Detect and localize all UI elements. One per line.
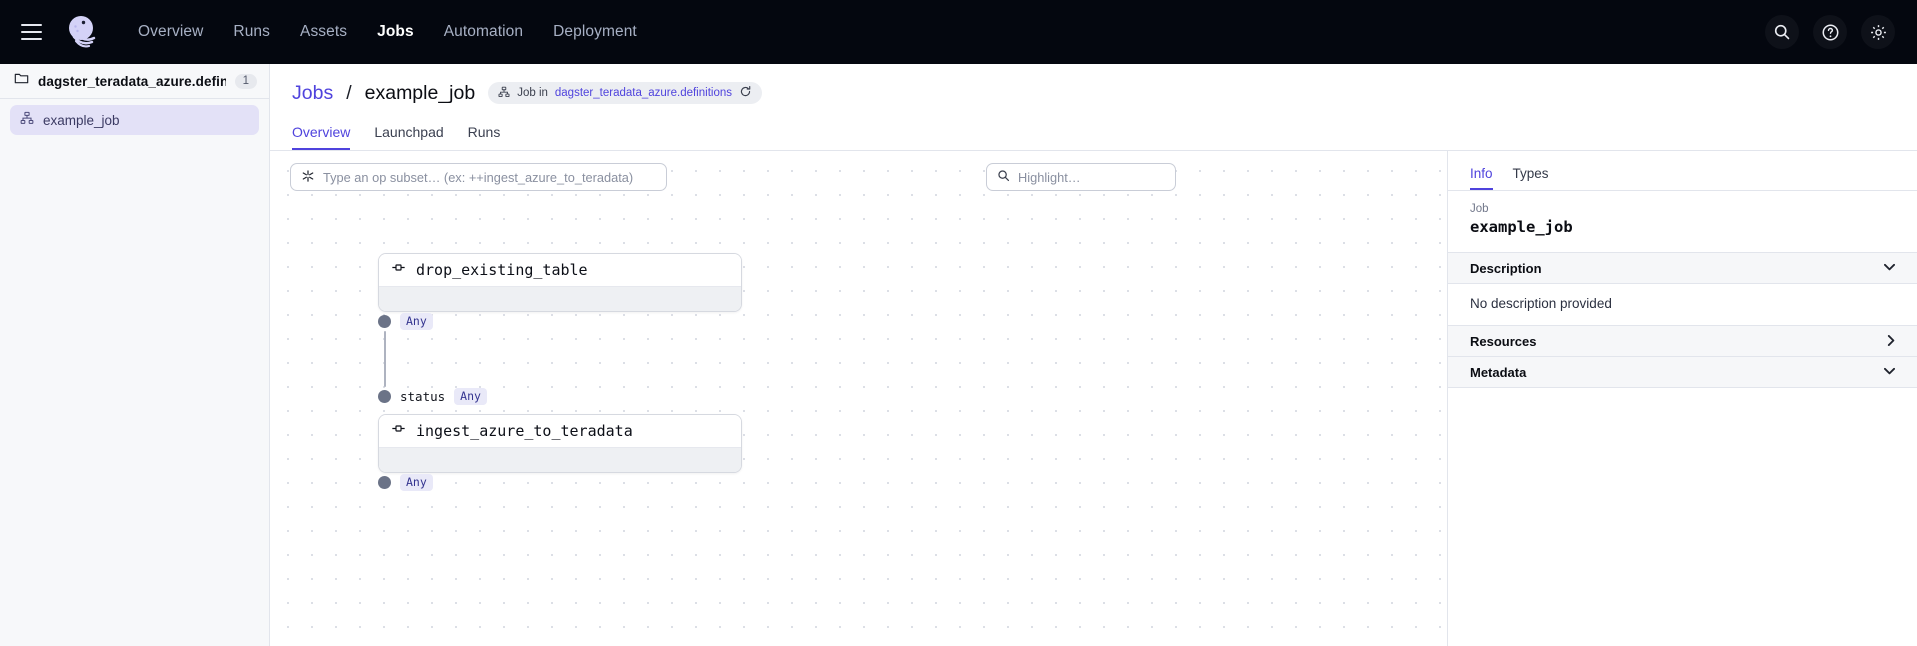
search-icon bbox=[997, 169, 1010, 185]
breadcrumb-separator: / bbox=[346, 81, 352, 104]
port-dot-icon bbox=[378, 475, 391, 489]
repository-job-count-badge: 1 bbox=[234, 73, 257, 89]
tab-runs[interactable]: Runs bbox=[468, 124, 501, 150]
job-location-link[interactable]: dagster_teradata_azure.definitions bbox=[555, 87, 732, 99]
section-header-description[interactable]: Description bbox=[1448, 253, 1917, 284]
input-type-chip: Any bbox=[454, 388, 487, 405]
highlight-placeholder: Highlight… bbox=[1018, 169, 1081, 185]
job-graph-icon bbox=[498, 86, 510, 101]
chevron-down-icon bbox=[1884, 263, 1895, 273]
highlight-input[interactable]: Highlight… bbox=[986, 163, 1176, 191]
job-tabs: Overview Launchpad Runs bbox=[292, 120, 1895, 150]
primary-nav-links: Overview Runs Assets Jobs Automation Dep… bbox=[136, 17, 639, 47]
chevron-down-icon bbox=[1884, 367, 1895, 377]
help-icon[interactable] bbox=[1813, 15, 1847, 49]
hamburger-line bbox=[20, 31, 42, 33]
op-subset-icon bbox=[301, 169, 315, 186]
graph-and-sidebar: Type an op subset… (ex: ++ingest_azure_t… bbox=[270, 151, 1917, 646]
op-node-drop-existing-table[interactable]: drop_existing_table bbox=[378, 253, 742, 312]
op-node-body bbox=[379, 448, 741, 472]
section-title: Metadata bbox=[1470, 364, 1527, 380]
graph-edge bbox=[384, 331, 386, 387]
left-sidebar: dagster_teradata_azure.definitions 1 bbox=[0, 64, 270, 646]
breadcrumb-current-job: example_job bbox=[364, 81, 476, 104]
section-title: Description bbox=[1470, 260, 1542, 276]
op-subset-input[interactable]: Type an op subset… (ex: ++ingest_azure_t… bbox=[290, 163, 667, 191]
job-name-value: example_job bbox=[1470, 218, 1573, 236]
hamburger-line bbox=[20, 38, 42, 40]
job-kicker-label: Job bbox=[1470, 203, 1489, 215]
right-info-panel: Info Types Job example_job Description N… bbox=[1447, 151, 1917, 646]
repository-row[interactable]: dagster_teradata_azure.definitions 1 bbox=[0, 64, 269, 99]
chevron-right-icon bbox=[1887, 334, 1895, 348]
repository-name: dagster_teradata_azure.definitions bbox=[38, 73, 226, 89]
job-graph-icon bbox=[20, 111, 34, 130]
output-type-chip: Any bbox=[400, 474, 433, 491]
op-input-port-status[interactable]: status Any bbox=[378, 388, 487, 405]
section-header-resources[interactable]: Resources bbox=[1448, 326, 1917, 357]
sidebar-item-example-job[interactable]: example_job bbox=[10, 105, 259, 135]
op-subset-placeholder: Type an op subset… (ex: ++ingest_azure_t… bbox=[323, 169, 634, 185]
folder-icon bbox=[14, 71, 29, 91]
input-port-name: status bbox=[400, 388, 446, 404]
dagster-app: Overview Runs Assets Jobs Automation Dep… bbox=[0, 0, 1917, 646]
search-icon[interactable] bbox=[1765, 15, 1799, 49]
sidebar-item-list: example_job bbox=[0, 99, 269, 135]
nav-link-automation[interactable]: Automation bbox=[442, 17, 525, 47]
op-node-ingest-azure-to-teradata[interactable]: ingest_azure_to_teradata bbox=[378, 414, 742, 473]
gear-icon[interactable] bbox=[1861, 15, 1895, 49]
op-node-name: ingest_azure_to_teradata bbox=[416, 422, 633, 440]
job-location-badge[interactable]: Job in dagster_teradata_azure.definition… bbox=[488, 82, 762, 104]
nav-link-overview[interactable]: Overview bbox=[136, 17, 205, 47]
op-output-port-any-2[interactable]: Any bbox=[378, 474, 433, 491]
hamburger-line bbox=[20, 24, 42, 26]
breadcrumb-jobs-link[interactable]: Jobs bbox=[292, 82, 333, 105]
nav-link-deployment[interactable]: Deployment bbox=[551, 17, 639, 47]
op-graph-canvas[interactable]: Type an op subset… (ex: ++ingest_azure_t… bbox=[270, 151, 1447, 646]
description-content: No description provided bbox=[1448, 284, 1917, 326]
dagster-logo-icon[interactable] bbox=[60, 11, 102, 53]
nav-link-assets[interactable]: Assets bbox=[298, 17, 349, 47]
tab-overview[interactable]: Overview bbox=[292, 124, 351, 150]
nav-link-runs[interactable]: Runs bbox=[231, 17, 272, 47]
reload-icon[interactable] bbox=[739, 85, 752, 101]
info-panel-tabs: Info Types bbox=[1448, 151, 1917, 191]
op-icon bbox=[391, 421, 406, 441]
hamburger-menu-icon[interactable] bbox=[14, 15, 48, 49]
section-title: Resources bbox=[1470, 333, 1537, 349]
op-node-header: drop_existing_table bbox=[379, 254, 741, 287]
op-node-name: drop_existing_table bbox=[416, 261, 588, 279]
app-body: dagster_teradata_azure.definitions 1 bbox=[0, 64, 1917, 646]
job-location-prefix: Job in bbox=[517, 87, 548, 99]
top-nav-actions bbox=[1765, 0, 1895, 64]
breadcrumb: Jobs / example_job Job in dagster_terada… bbox=[292, 80, 1895, 106]
port-dot-icon bbox=[378, 389, 391, 403]
op-output-port-any[interactable]: Any bbox=[378, 313, 433, 330]
op-node-body bbox=[379, 287, 741, 311]
tab-launchpad[interactable]: Launchpad bbox=[374, 124, 443, 150]
port-dot-icon bbox=[378, 314, 391, 328]
nav-link-jobs[interactable]: Jobs bbox=[375, 17, 416, 47]
op-icon bbox=[391, 260, 406, 280]
tab-types[interactable]: Types bbox=[1513, 166, 1549, 190]
top-navigation-bar: Overview Runs Assets Jobs Automation Dep… bbox=[0, 0, 1917, 64]
op-node-header: ingest_azure_to_teradata bbox=[379, 415, 741, 448]
tab-info[interactable]: Info bbox=[1470, 166, 1493, 190]
output-type-chip: Any bbox=[400, 313, 433, 330]
section-header-metadata[interactable]: Metadata bbox=[1448, 357, 1917, 388]
sidebar-item-label: example_job bbox=[43, 112, 120, 128]
job-summary-section: Job example_job bbox=[1448, 191, 1917, 253]
page-header: Jobs / example_job Job in dagster_terada… bbox=[270, 64, 1917, 150]
main-content: Jobs / example_job Job in dagster_terada… bbox=[270, 64, 1917, 646]
